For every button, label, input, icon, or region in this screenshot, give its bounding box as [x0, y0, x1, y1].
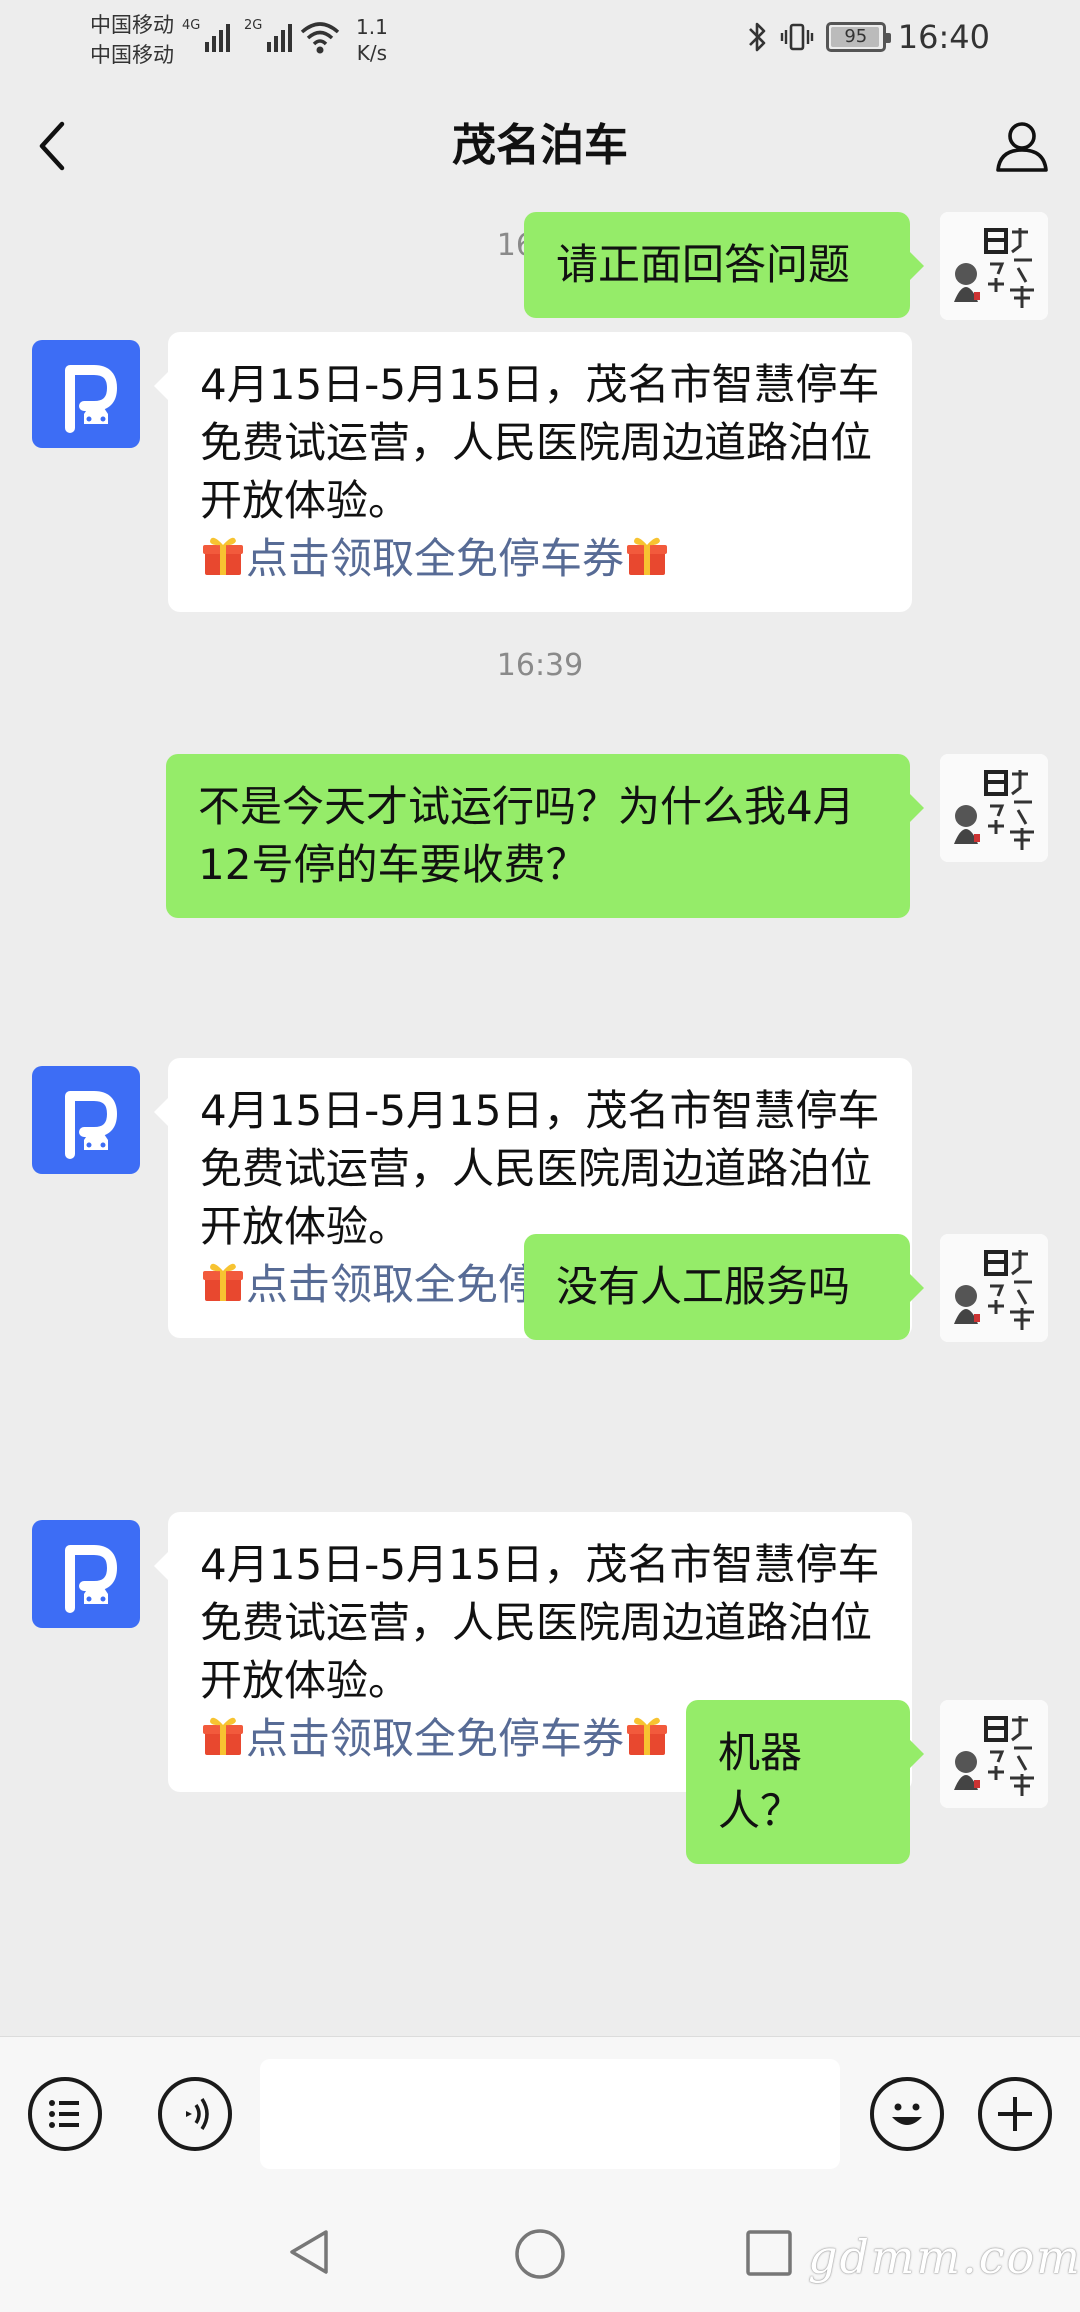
network-speed: 1.1 K/s	[356, 14, 388, 66]
gift-icon	[624, 533, 670, 579]
message-text: 没有人工服务吗	[556, 1262, 851, 1311]
message-text: 4月15日-5月15日，茂名市智慧停车免费试运营，人民医院周边道路泊位开放体验。	[200, 360, 880, 525]
voice-icon[interactable]	[158, 2077, 232, 2151]
gift-icon	[624, 1713, 670, 1759]
chat-title: 茂名泊车	[452, 120, 628, 171]
user-avatar[interactable]	[940, 1234, 1048, 1342]
bot-avatar[interactable]	[32, 340, 140, 448]
bot-avatar[interactable]	[32, 1520, 140, 1628]
battery-indicator: 95	[825, 22, 891, 52]
bot-avatar[interactable]	[32, 1066, 140, 1174]
person-icon[interactable]	[992, 116, 1052, 176]
message-text: 不是今天才试运行吗？为什么我4月12号停的车要收费？	[198, 782, 855, 889]
received-message-bubble[interactable]: 4月15日-5月15日，茂名市智慧停车免费试运营，人民医院周边道路泊位开放体验。…	[154, 332, 912, 612]
sent-message-bubble[interactable]: 不是今天才试运行吗？为什么我4月12号停的车要收费？	[166, 754, 924, 918]
back-triangle-icon[interactable]	[284, 2226, 334, 2278]
home-circle-icon[interactable]	[512, 2226, 568, 2282]
message-input[interactable]	[260, 2059, 840, 2169]
user-avatar[interactable]	[940, 1700, 1048, 1808]
message-list[interactable]: 16:234月15日-5月15日，茂名市智慧停车免费试运营，人民医院周边道路泊位…	[0, 212, 1080, 2036]
network-type-1: 4G	[182, 18, 201, 33]
carrier-1: 中国移动	[90, 13, 174, 37]
signal-1-icon: 4G	[182, 18, 231, 52]
coupon-link-text: 点击领取全免停车券	[246, 1714, 625, 1763]
input-bar	[0, 2036, 1080, 2192]
message-text: 4月15日-5月15日，茂名市智慧停车免费试运营，人民医院周边道路泊位开放体验。	[200, 1540, 880, 1705]
plus-icon[interactable]	[978, 2077, 1052, 2151]
gift-icon	[200, 1259, 246, 1305]
speed-value: 1.1	[356, 15, 388, 39]
speed-unit: K/s	[356, 41, 388, 65]
chat-header: 茂名泊车	[0, 80, 1080, 212]
battery-level: 95	[844, 26, 868, 47]
carrier-labels: 中国移动 中国移动	[90, 10, 174, 70]
wifi-icon	[300, 22, 340, 54]
user-avatar[interactable]	[940, 754, 1048, 862]
gift-icon	[200, 533, 246, 579]
sent-message-bubble[interactable]: 机器人？	[686, 1700, 924, 1864]
status-bar: 中国移动 中国移动 4G 2G 1.1 K/s 95 16:40	[0, 0, 1080, 80]
signal-2-icon: 2G	[244, 18, 293, 52]
gift-icon	[200, 1713, 246, 1759]
sent-message-bubble[interactable]: 没有人工服务吗	[524, 1234, 924, 1340]
network-type-2: 2G	[244, 18, 263, 33]
recents-square-icon[interactable]	[744, 2228, 794, 2278]
carrier-2: 中国移动	[90, 43, 174, 67]
emoji-icon[interactable]	[870, 2077, 944, 2151]
status-time: 16:40	[897, 18, 990, 56]
message-text: 请正面回答问题	[556, 240, 851, 289]
watermark: gdmm.com	[808, 2230, 1080, 2284]
status-right: 95 16:40	[746, 18, 990, 56]
coupon-link[interactable]: 点击领取全免停车券	[200, 530, 880, 588]
user-avatar[interactable]	[940, 212, 1048, 320]
list-icon[interactable]	[28, 2077, 102, 2151]
sent-message-bubble[interactable]: 请正面回答问题	[524, 212, 924, 318]
coupon-link-text: 点击领取全免停车券	[246, 534, 625, 583]
bluetooth-icon	[748, 22, 766, 52]
timestamp: 16:39	[496, 648, 584, 683]
vibrate-icon	[780, 23, 813, 51]
message-text: 4月15日-5月15日，茂名市智慧停车免费试运营，人民医院周边道路泊位开放体验。	[200, 1086, 880, 1251]
message-text: 机器人？	[718, 1728, 803, 1835]
